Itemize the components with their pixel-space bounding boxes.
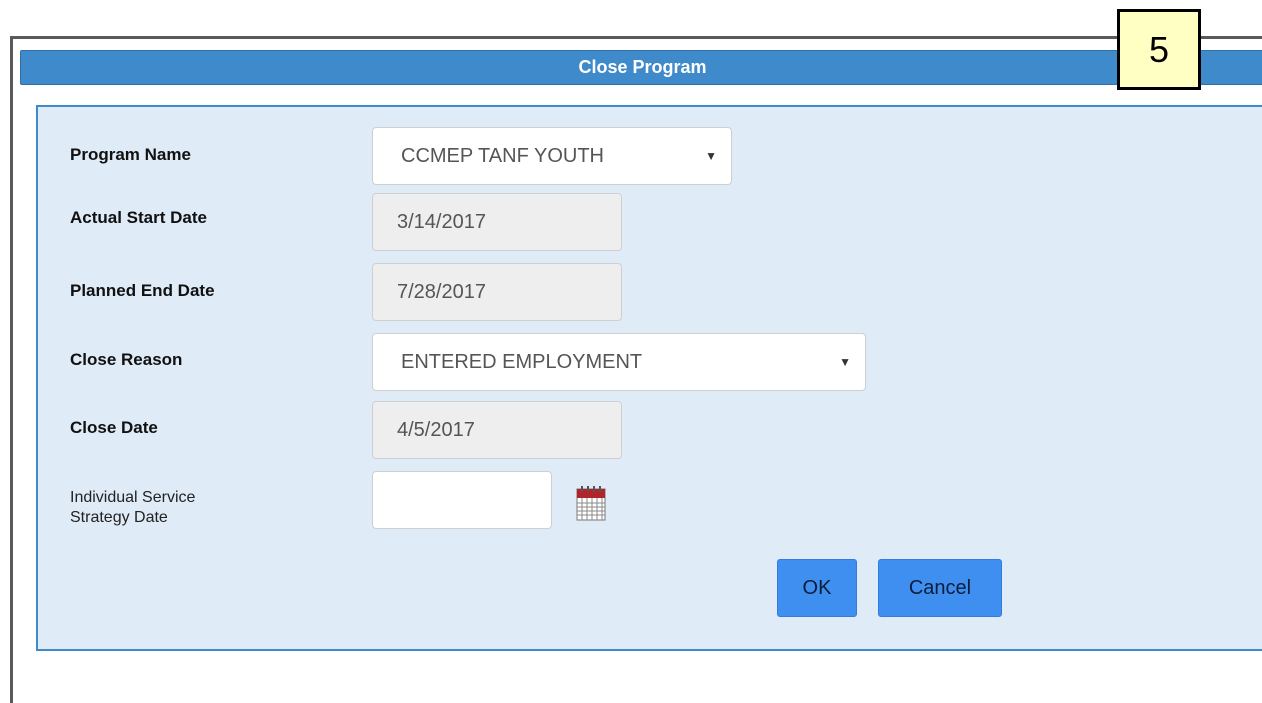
calendar-icon[interactable] (576, 485, 606, 521)
step-callout: 5 (1117, 9, 1201, 90)
cancel-button[interactable]: Cancel (878, 559, 1002, 617)
iss-date-label: Individual Service Strategy Date (70, 488, 195, 528)
actual-start-date-field: 3/14/2017 (372, 193, 622, 251)
planned-end-date-label: Planned End Date (70, 281, 215, 300)
form-panel: Program Name CCMEP TANF YOUTH ▼ Actual S… (36, 105, 1262, 651)
close-date-field: 4/5/2017 (372, 401, 622, 459)
close-date-label: Close Date (70, 418, 158, 437)
iss-date-input[interactable] (372, 471, 552, 529)
actual-start-date-label: Actual Start Date (70, 208, 207, 227)
program-name-value: CCMEP TANF YOUTH (401, 145, 604, 167)
program-name-label: Program Name (70, 145, 191, 164)
dialog-title: Close Program (578, 57, 707, 77)
ok-button[interactable]: OK (777, 559, 857, 617)
close-reason-select[interactable]: ENTERED EMPLOYMENT ▼ (372, 333, 866, 391)
close-reason-value: ENTERED EMPLOYMENT (401, 351, 643, 373)
close-program-dialog: Close Program Program Name CCMEP TANF YO… (10, 36, 1262, 703)
iss-date-label-line2: Strategy Date (70, 509, 168, 526)
program-name-select[interactable]: CCMEP TANF YOUTH ▼ (372, 127, 732, 185)
chevron-down-icon: ▼ (705, 149, 717, 163)
close-reason-label: Close Reason (70, 350, 183, 369)
dialog-titlebar: Close Program (20, 50, 1262, 85)
planned-end-date-field: 7/28/2017 (372, 263, 622, 321)
iss-date-label-line1: Individual Service (70, 489, 196, 506)
chevron-down-icon: ▼ (839, 355, 851, 369)
